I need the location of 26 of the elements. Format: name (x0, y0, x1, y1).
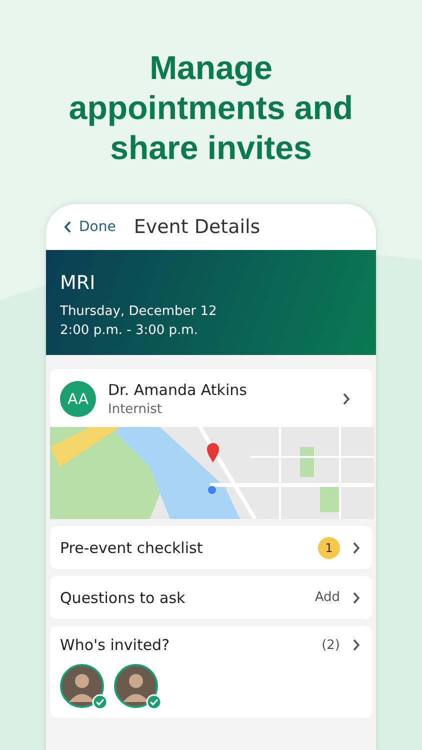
add-link[interactable]: Add (314, 590, 340, 605)
event-title: MRI (60, 272, 96, 294)
provider-specialty: Internist (108, 402, 164, 417)
row-label: Questions to ask (60, 588, 186, 606)
event-date: Thursday, December 12 (60, 303, 218, 321)
invited-card[interactable]: Who's invited? (2) (50, 626, 372, 718)
invite-count: (2) (322, 638, 340, 652)
list-row[interactable]: Pre-event checklist 1 (50, 526, 372, 569)
person-avatar[interactable] (60, 664, 104, 708)
list-row[interactable]: Questions to ask Add (50, 576, 372, 619)
back-button[interactable]: Done (64, 219, 116, 235)
chevron-left-icon (64, 221, 72, 233)
person-avatar[interactable] (114, 664, 158, 708)
count-badge: 1 (318, 536, 340, 558)
provider-name: Dr. Amanda Atkins (108, 381, 248, 399)
chevron-right-icon (342, 393, 350, 405)
initials-avatar: AA (60, 381, 96, 417)
chevron-right-icon (352, 542, 360, 554)
chevron-right-icon (352, 639, 360, 651)
row-label: Who's invited? (60, 636, 171, 654)
row-label: Pre-event checklist (60, 538, 204, 556)
headline: Manage appointments and share invites (68, 48, 354, 168)
screen-title: Event Details (134, 216, 260, 238)
event-time: 2:00 p.m. - 3:00 p.m. (60, 322, 199, 340)
provider-card[interactable]: AA Dr. Amanda Atkins Internist (50, 369, 372, 519)
chevron-right-icon (352, 592, 360, 604)
